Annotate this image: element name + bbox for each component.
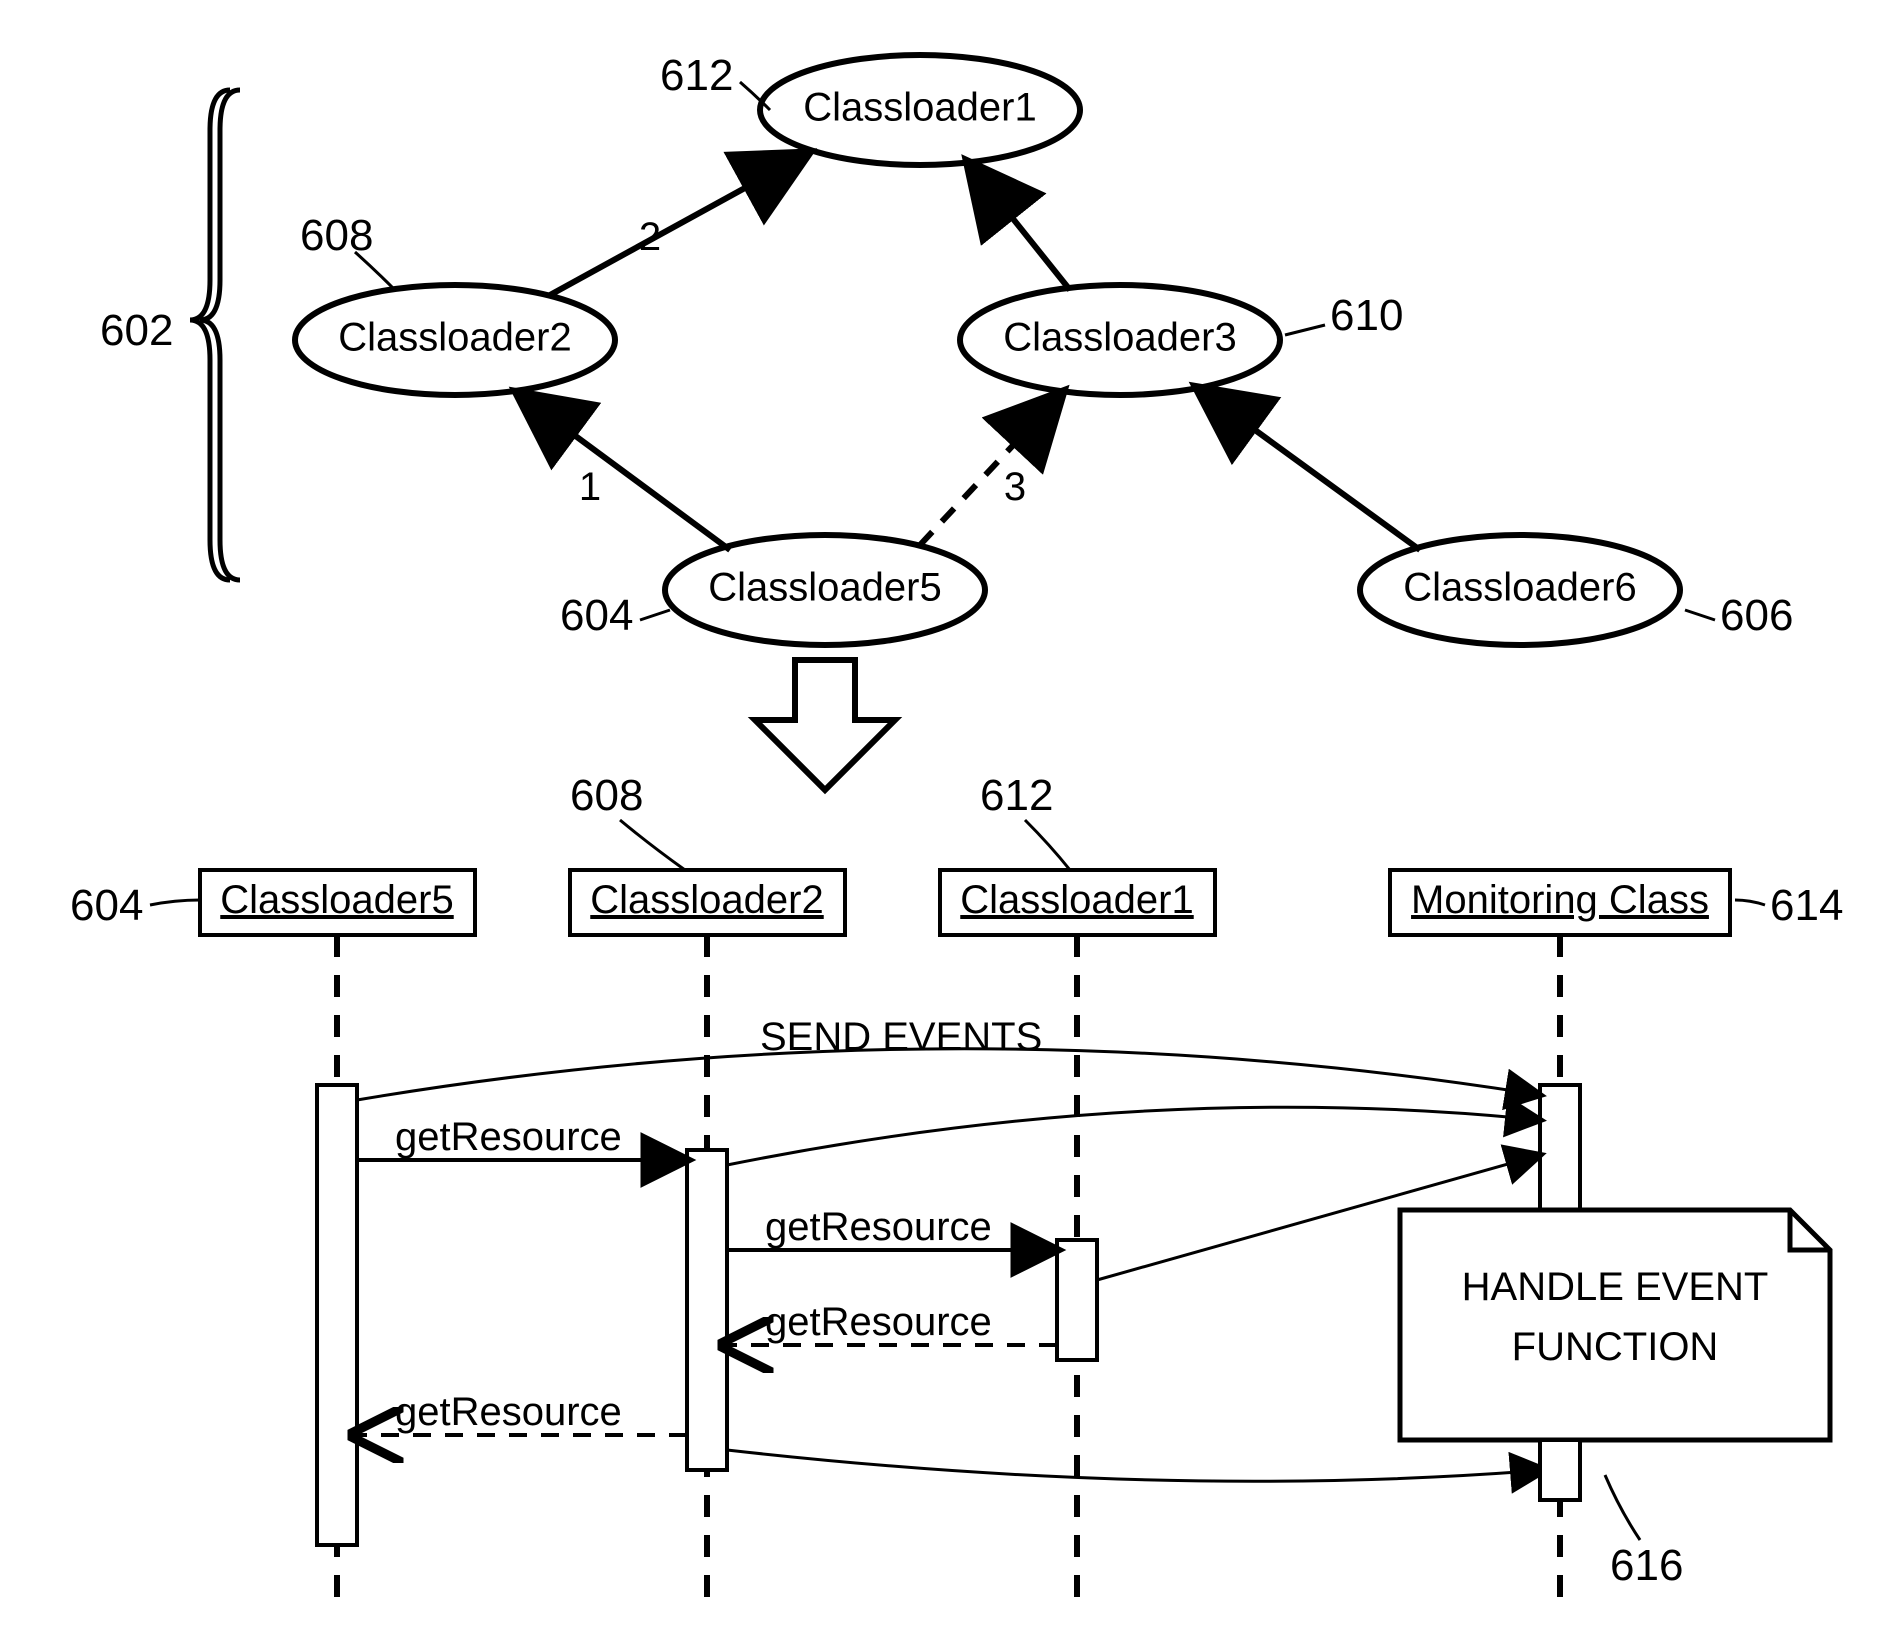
svg-text:Classloader2: Classloader2	[590, 878, 823, 922]
ref-614: 614	[1770, 881, 1843, 930]
lifeline-monitoring: Monitoring Class 614	[1390, 870, 1843, 935]
svg-text:getResource: getResource	[395, 1115, 622, 1159]
ref-612-top: 612	[660, 51, 733, 100]
ref-610: 610	[1330, 291, 1403, 340]
activation-l4b	[1540, 1440, 1580, 1500]
ref-616: 616	[1610, 1541, 1683, 1590]
lifeline-classloader1: Classloader1 612	[940, 771, 1215, 935]
edge-2to1	[550, 155, 805, 295]
activation-l3	[1057, 1240, 1097, 1360]
edge-6to3	[1200, 390, 1420, 550]
lifeline-classloader5: Classloader5 604	[70, 870, 475, 935]
svg-text:Monitoring Class: Monitoring Class	[1411, 878, 1709, 922]
activation-l1	[317, 1085, 357, 1545]
svg-text:Classloader5: Classloader5	[708, 566, 941, 610]
event-arrow-2	[727, 1107, 1540, 1165]
edge-5to3-dashed	[920, 395, 1060, 545]
svg-text:Classloader1: Classloader1	[960, 878, 1193, 922]
ref-604-seq: 604	[70, 881, 143, 930]
svg-text:Classloader1: Classloader1	[803, 86, 1036, 130]
svg-text:HANDLE EVENT: HANDLE EVENT	[1462, 1265, 1769, 1309]
svg-text:Classloader2: Classloader2	[338, 316, 571, 360]
sequence-diagram: Classloader5 604 Classloader2 608 Classl…	[70, 771, 1843, 1600]
svg-text:getResource: getResource	[765, 1300, 992, 1344]
down-arrow-icon	[755, 660, 895, 790]
ref-606: 606	[1720, 591, 1793, 640]
node-classloader5: Classloader5 604	[560, 535, 985, 645]
svg-text:FUNCTION: FUNCTION	[1512, 1325, 1719, 1369]
edge-label-2: 2	[639, 215, 661, 259]
svg-text:Classloader5: Classloader5	[220, 878, 453, 922]
ref-608-seq: 608	[570, 771, 643, 820]
lifeline-classloader2: Classloader2 608	[570, 771, 845, 935]
activation-l2	[687, 1150, 727, 1470]
svg-text:Classloader6: Classloader6	[1403, 566, 1636, 610]
edge-label-1: 1	[579, 465, 601, 509]
event-arrow-4	[727, 1450, 1545, 1481]
svg-text:getResource: getResource	[765, 1205, 992, 1249]
node-classloader3: Classloader3 610	[960, 285, 1403, 395]
note-handle-event: HANDLE EVENT FUNCTION 616	[1400, 1210, 1830, 1590]
ref-608-top: 608	[300, 211, 373, 260]
node-classloader2: Classloader2 608	[295, 211, 615, 395]
edge-3to1	[970, 165, 1070, 290]
svg-text:Classloader3: Classloader3	[1003, 316, 1236, 360]
ref-602: 602	[100, 306, 173, 355]
ref-612-seq: 612	[980, 771, 1053, 820]
ref-604-top: 604	[560, 591, 633, 640]
svg-text:getResource: getResource	[395, 1390, 622, 1434]
edge-5to2	[520, 395, 730, 550]
group-brace: 602	[100, 90, 240, 580]
node-classloader1: Classloader1 612	[660, 51, 1080, 165]
edge-label-3: 3	[1004, 465, 1026, 509]
classloader-graph: 602 Classloader1 612 Classloader2 608 Cl…	[100, 51, 1793, 645]
node-classloader6: Classloader6 606	[1360, 535, 1793, 645]
